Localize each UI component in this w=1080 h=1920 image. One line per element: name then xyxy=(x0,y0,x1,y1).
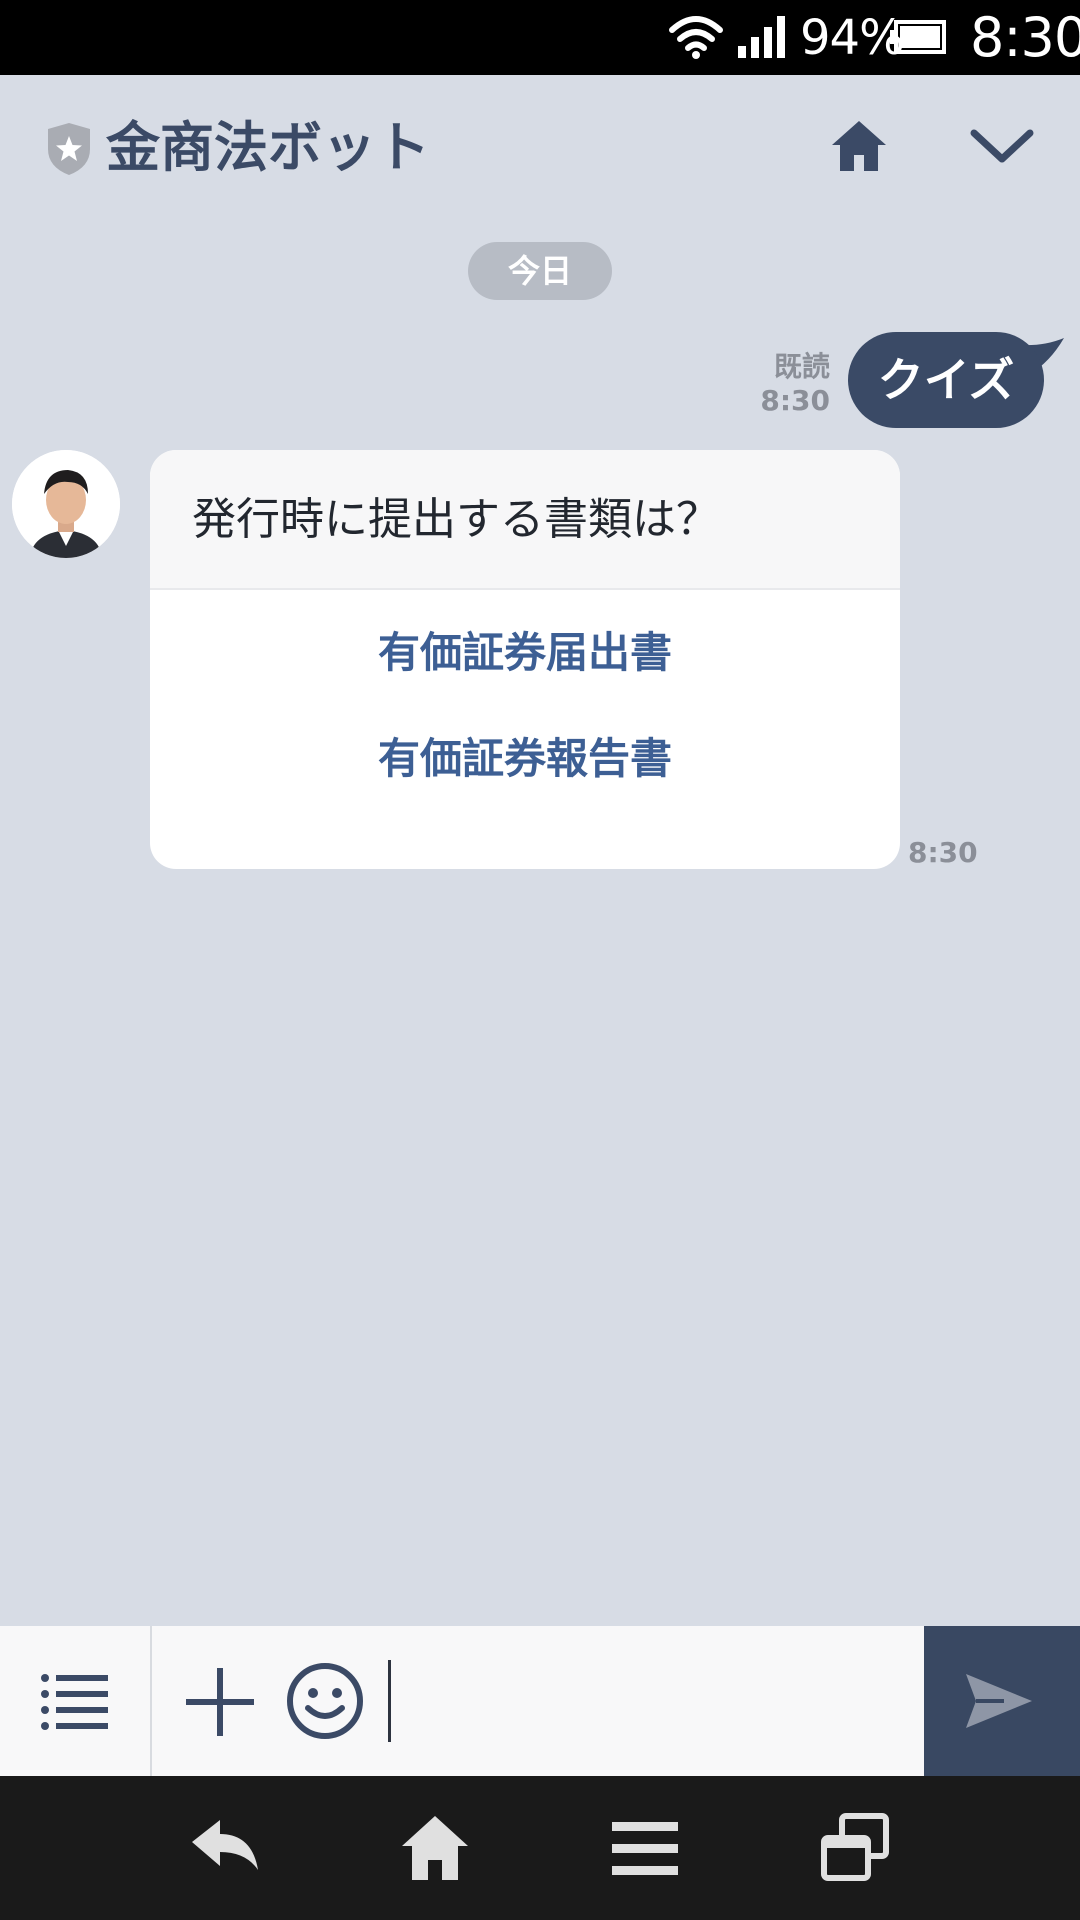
battery-icon xyxy=(890,20,946,54)
back-icon[interactable] xyxy=(190,1818,260,1878)
home-icon[interactable] xyxy=(830,117,888,175)
quiz-option-1[interactable]: 有価証券届出書 xyxy=(150,600,900,706)
avatar-image xyxy=(12,450,120,558)
chevron-down-icon[interactable] xyxy=(970,127,1034,167)
send-icon xyxy=(966,1674,1032,1728)
menu-icon[interactable] xyxy=(612,1820,678,1876)
read-receipt: 既読 8:30 xyxy=(760,350,830,418)
quiz-card: 発行時に提出する書類は？ 有価証券届出書 有価証券報告書 xyxy=(150,450,900,869)
date-separator: 今日 xyxy=(468,242,612,300)
status-clock: 8:30 xyxy=(970,6,1080,69)
wifi-icon xyxy=(669,16,723,59)
recents-icon[interactable] xyxy=(820,1812,890,1882)
read-label: 既読 xyxy=(773,350,830,383)
message-input[interactable] xyxy=(388,1660,908,1742)
bot-avatar[interactable] xyxy=(12,450,120,558)
bot-message-time: 8:30 xyxy=(908,836,978,869)
status-bar: 94% 8:30 xyxy=(0,0,1080,75)
sent-time: 8:30 xyxy=(760,384,830,417)
shield-star-icon xyxy=(48,123,90,175)
sent-message-bubble[interactable]: クイズ xyxy=(848,332,1044,428)
home-icon[interactable] xyxy=(400,1814,470,1882)
send-button[interactable] xyxy=(924,1626,1080,1776)
battery-percent: 94% xyxy=(800,10,905,66)
chat-title: 金商法ボット xyxy=(106,116,430,179)
signal-icon xyxy=(738,16,785,58)
smile-icon[interactable] xyxy=(286,1662,364,1740)
input-bar xyxy=(0,1626,1080,1776)
system-nav-bar xyxy=(0,1776,1080,1920)
quiz-question: 発行時に提出する書類は？ xyxy=(150,450,900,590)
input-divider xyxy=(150,1626,152,1776)
quiz-option-2[interactable]: 有価証券報告書 xyxy=(150,706,900,812)
chat-header: 金商法ボット xyxy=(0,75,1080,215)
menu-list-icon[interactable] xyxy=(40,1672,110,1730)
plus-icon[interactable] xyxy=(184,1666,256,1738)
